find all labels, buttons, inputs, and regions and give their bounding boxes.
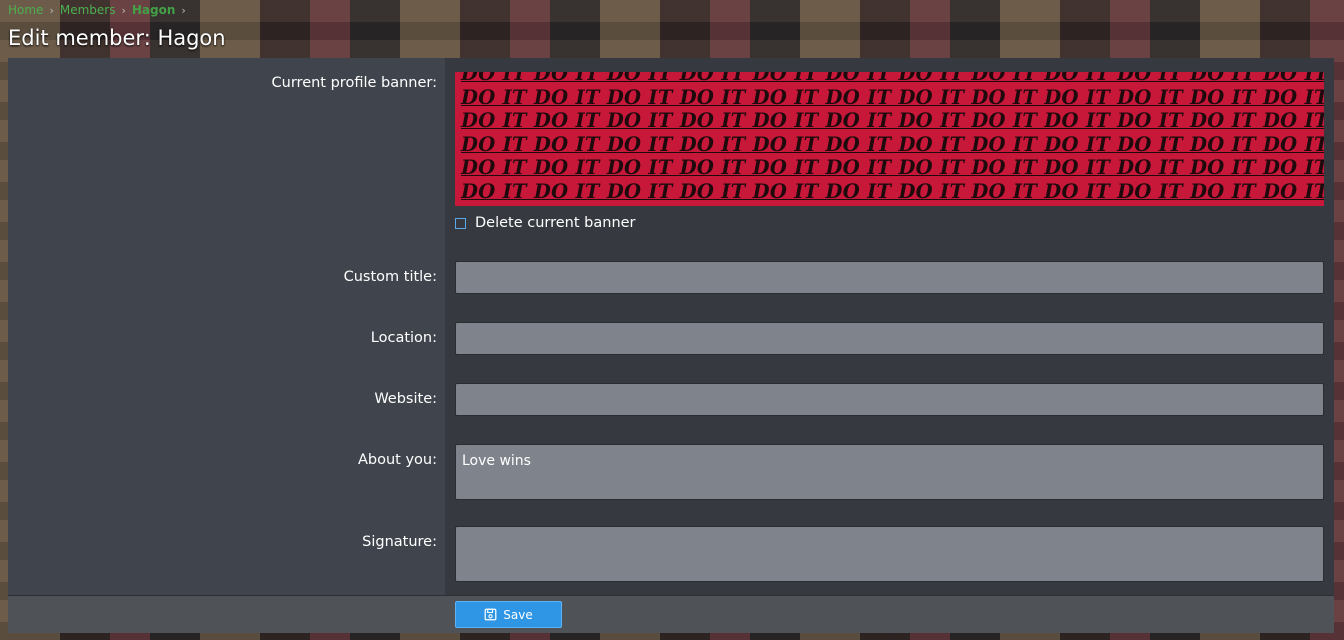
- banner-text-line: DO IT DO IT DO IT DO IT DO IT DO IT DO I…: [461, 72, 1324, 85]
- banner-text-line: DO IT DO IT DO IT DO IT DO IT DO IT DO I…: [461, 132, 1324, 156]
- custom-title-label: Custom title:: [343, 269, 437, 285]
- custom-title-input[interactable]: [455, 261, 1324, 294]
- banner-label: Current profile banner:: [271, 75, 437, 91]
- page-title: Edit member: Hagon: [8, 26, 226, 50]
- location-input[interactable]: [455, 322, 1324, 355]
- chevron-right-icon: ›: [49, 3, 54, 17]
- breadcrumb: Home › Members › Hagon ›: [8, 3, 186, 17]
- signature-label: Signature:: [362, 534, 437, 550]
- delete-banner-label: Delete current banner: [475, 215, 636, 231]
- chevron-right-icon: ›: [121, 3, 126, 17]
- breadcrumb-home[interactable]: Home: [8, 3, 43, 17]
- profile-banner-image: DO IT DO IT DO IT DO IT DO IT DO IT DO I…: [455, 72, 1324, 206]
- banner-text-line: DO IT DO IT DO IT DO IT DO IT DO IT DO I…: [461, 156, 1324, 180]
- breadcrumb-members[interactable]: Members: [60, 3, 116, 17]
- form-labels-column: Current profile banner: Custom title: Lo…: [8, 58, 445, 595]
- breadcrumb-member[interactable]: Hagon: [132, 3, 176, 17]
- floppy-disk-icon: [484, 608, 497, 621]
- banner-text-line: DO IT DO IT DO IT DO IT DO IT DO IT DO I…: [461, 109, 1324, 133]
- banner-text-line: DO IT DO IT DO IT DO IT DO IT DO IT DO I…: [461, 179, 1324, 203]
- signature-textarea[interactable]: [455, 526, 1324, 582]
- chevron-right-icon: ›: [181, 3, 186, 17]
- about-textarea[interactable]: Love wins: [455, 444, 1324, 500]
- about-label: About you:: [357, 452, 437, 468]
- delete-banner-checkbox[interactable]: Delete current banner: [455, 215, 636, 231]
- save-button[interactable]: Save: [455, 601, 562, 628]
- banner-text-line: DO IT DO IT DO IT DO IT DO IT DO IT DO I…: [461, 85, 1324, 109]
- edit-member-form: Current profile banner: Custom title: Lo…: [8, 58, 1334, 633]
- location-label: Location:: [370, 330, 437, 346]
- form-footer: Save: [8, 595, 1334, 633]
- website-input[interactable]: [455, 383, 1324, 416]
- banner-text-line: DO IT DO IT DO IT DO IT DO IT DO IT DO I…: [461, 204, 1324, 206]
- website-label: Website:: [374, 391, 437, 407]
- checkbox-icon[interactable]: [455, 217, 466, 229]
- save-button-label: Save: [503, 607, 533, 622]
